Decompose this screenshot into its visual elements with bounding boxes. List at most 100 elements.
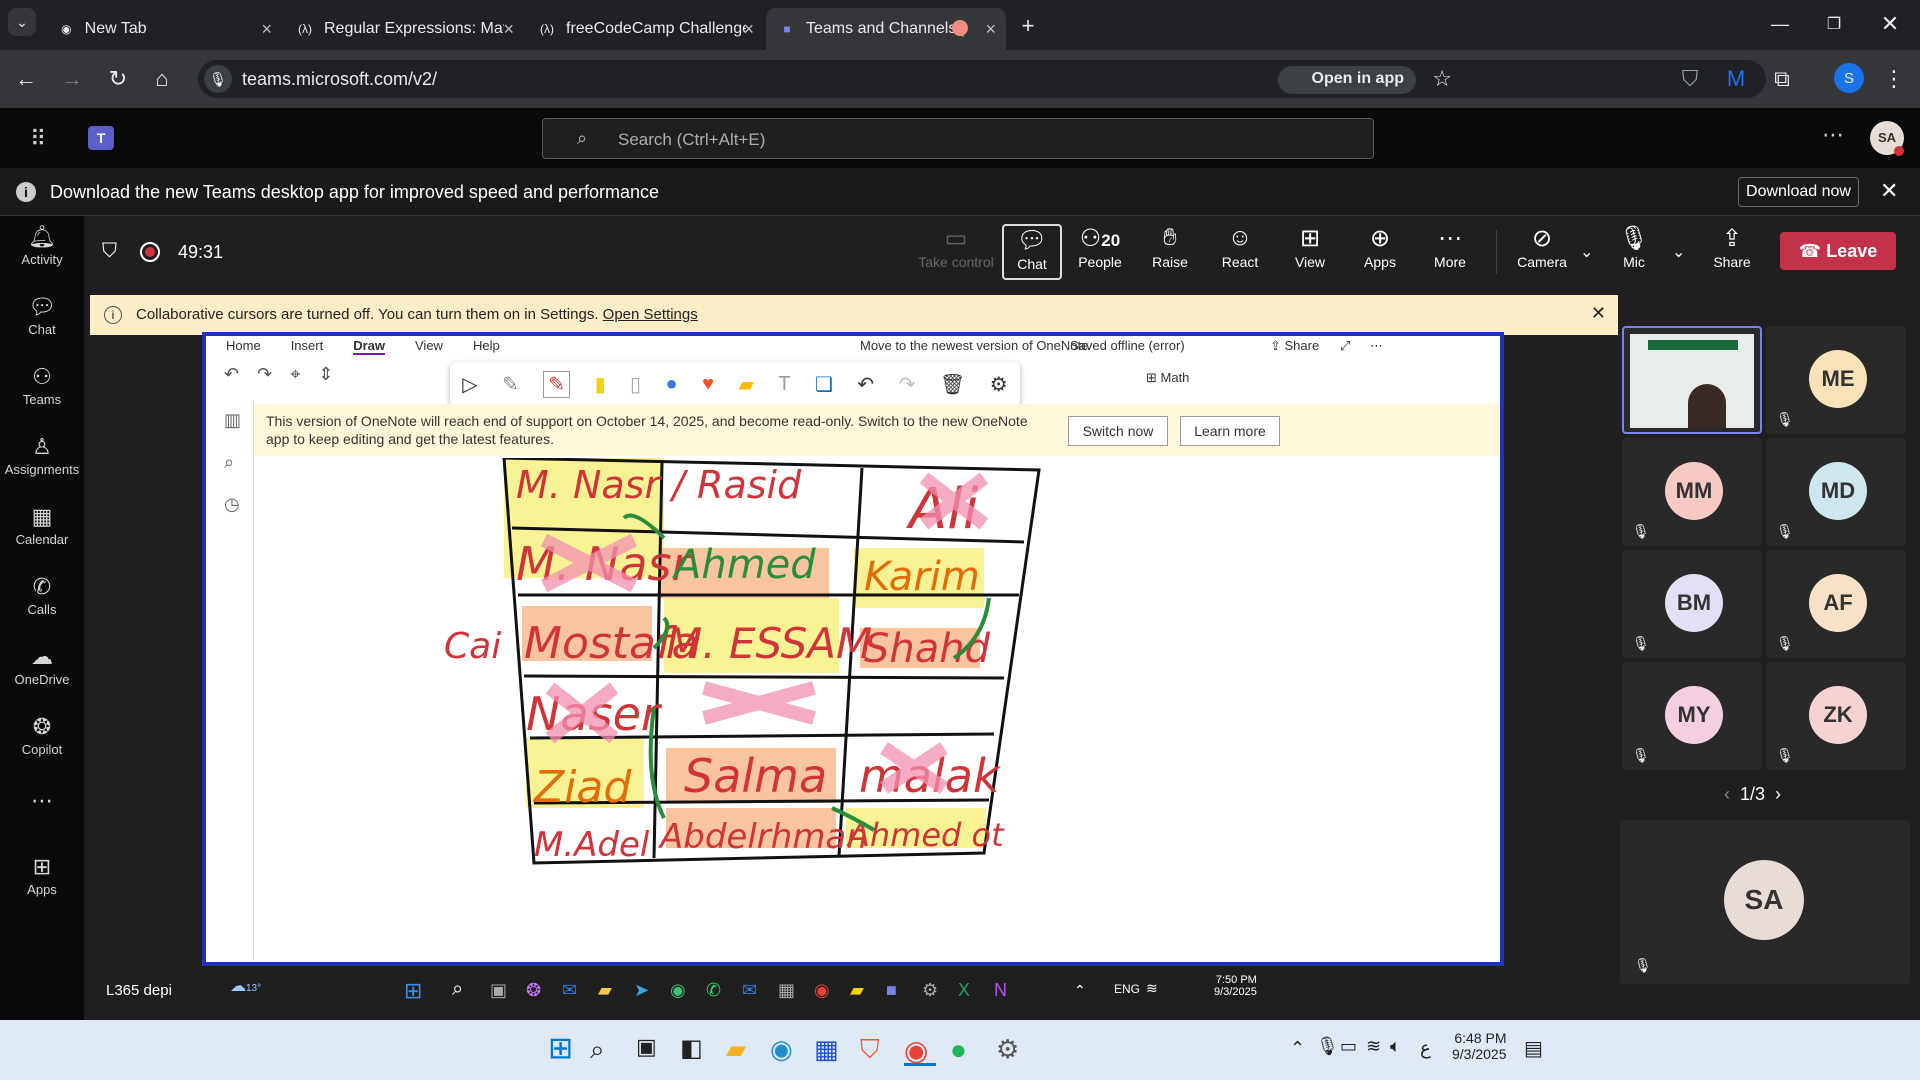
excel-icon[interactable]: X (958, 980, 970, 1001)
spotify-icon[interactable]: ● (950, 1034, 982, 1066)
whatsapp-icon[interactable]: ✆ (706, 980, 721, 1001)
language-indicator[interactable]: ENG (1114, 982, 1140, 996)
participant-tile[interactable]: ME 🎙︎ (1766, 326, 1906, 434)
reload-icon[interactable]: ↻ (104, 65, 132, 93)
more-button[interactable]: ⋯ More (1420, 224, 1480, 280)
onenote-tab-view[interactable]: View (415, 338, 443, 355)
chevron-down-icon[interactable]: ⌄ (1580, 242, 1593, 262)
rail-chat[interactable]: 💬︎ Chat (0, 294, 84, 337)
notebooks-icon[interactable]: ▥ (224, 410, 241, 431)
close-icon[interactable]: × (985, 19, 996, 40)
highlighter-icon[interactable]: ▮ (595, 372, 606, 397)
restore-icon[interactable]: ❐ (1820, 10, 1848, 38)
settings-icon[interactable]: ⚙ (996, 1034, 1028, 1066)
widgets-icon[interactable]: ◧ (680, 1034, 712, 1066)
sticky-notes-icon[interactable]: ▰ (850, 980, 864, 1001)
chevron-right-icon[interactable]: › (1775, 784, 1781, 804)
open-settings-link[interactable]: Open Settings (603, 306, 698, 323)
rail-copilot[interactable]: ❂ Copilot (0, 714, 84, 757)
learn-more-button[interactable]: Learn more (1180, 416, 1280, 446)
rail-apps[interactable]: ⊞ Apps (0, 854, 84, 897)
onenote-tab-home[interactable]: Home (226, 338, 261, 355)
rail-onedrive[interactable]: ☁ OneDrive (0, 644, 84, 687)
participant-tile[interactable]: MY 🎙︎ (1622, 662, 1762, 770)
edge-icon[interactable]: ◉ (670, 980, 686, 1001)
people-button[interactable]: ⚇20 People (1070, 224, 1130, 280)
participant-tile[interactable]: BM 🎙︎ (1622, 550, 1762, 658)
volume-icon[interactable]: 🔈︎ (1390, 1036, 1401, 1057)
close-icon[interactable]: ✕ (1591, 303, 1606, 324)
chrome-icon[interactable]: ◉ (814, 980, 830, 1001)
take-control-button[interactable]: ▭ Take control (916, 224, 996, 280)
add-space-icon[interactable]: ⇕ (318, 364, 333, 385)
lasso-icon[interactable]: ⌖ (290, 364, 300, 385)
close-icon[interactable]: × (503, 19, 514, 40)
participant-tile-self-video[interactable] (1622, 326, 1762, 434)
react-button[interactable]: ☺ React (1210, 224, 1270, 280)
chevron-up-icon[interactable]: ⌃ (1290, 1038, 1305, 1059)
search-icon[interactable]: ⌕ (224, 452, 234, 473)
onenote-icon[interactable]: N (994, 980, 1007, 1001)
star-icon[interactable]: ☆ (1432, 66, 1452, 92)
search-icon[interactable]: ⌕ (452, 978, 463, 1001)
mail-icon[interactable]: ✉ (742, 980, 757, 1001)
telegram-icon[interactable]: ➤ (634, 980, 649, 1001)
clock[interactable]: 6:48 PM 9/3/2025 (1452, 1030, 1507, 1062)
settings-icon[interactable]: ⚙ (922, 980, 938, 1001)
url-box[interactable]: 🎙 teams.microsoft.com/v2/ Open in app ☆ (198, 60, 1766, 98)
redo-icon[interactable]: ↷ (257, 364, 272, 385)
participant-tile[interactable]: ZK 🎙︎ (1766, 662, 1906, 770)
tab-search-button[interactable]: ⌄ (8, 8, 36, 36)
participant-tile[interactable]: MD 🎙︎ (1766, 438, 1906, 546)
store-icon[interactable]: ▦ (778, 980, 795, 1001)
home-icon[interactable]: ⌂ (148, 65, 176, 93)
chevron-left-icon[interactable]: ‹ (1724, 784, 1730, 804)
extensions-icon[interactable]: ⧉ (1768, 65, 1796, 93)
close-icon[interactable]: × (261, 19, 272, 40)
language-indicator[interactable]: ع (1420, 1038, 1431, 1059)
minimize-icon[interactable]: — (1766, 10, 1794, 38)
switch-now-button[interactable]: Switch now (1068, 416, 1168, 446)
download-now-button[interactable]: Download now (1738, 177, 1859, 207)
pencil-icon[interactable]: ✎ (502, 372, 519, 397)
brave-icon[interactable]: ⛉ (860, 1034, 892, 1066)
extension-m-icon[interactable]: M (1722, 65, 1750, 93)
text-icon[interactable]: T (778, 373, 790, 396)
mic-button[interactable]: 🎙︎ Mic (1604, 224, 1664, 280)
camera-button[interactable]: ⊘ Camera (1512, 224, 1572, 280)
participant-tile[interactable]: AF 🎙︎ (1766, 550, 1906, 658)
file-explorer-icon[interactable]: ▰ (726, 1034, 758, 1066)
math-button[interactable]: ⊞ Math (1146, 370, 1189, 386)
shape-icon[interactable]: ● (666, 373, 678, 396)
open-in-app-button[interactable]: Open in app (1277, 66, 1416, 94)
drawing-canvas[interactable]: M. Nasr / Rasid Ali M. Nasr Ahmed Karim … (254, 456, 1500, 958)
new-tab-button[interactable]: + (1014, 12, 1042, 40)
more-icon[interactable]: ⋯ (1370, 338, 1383, 354)
teams-icon[interactable]: ■ (886, 980, 897, 1001)
windows-start-icon[interactable]: ⊞ (548, 1034, 580, 1066)
self-tile[interactable]: SA 🎙︎ (1620, 820, 1910, 984)
chat-button[interactable]: 💬︎ Chat (1002, 224, 1062, 280)
eraser-icon[interactable]: ▯ (630, 372, 641, 397)
chrome-icon[interactable]: ◉ (904, 1034, 936, 1066)
raise-hand-button[interactable]: ✋︎ Raise (1140, 224, 1200, 280)
window-close-icon[interactable]: ✕ (1876, 10, 1904, 38)
share-button[interactable]: ⇪ Share (1270, 338, 1319, 354)
share-button[interactable]: ⇪ Share (1702, 224, 1762, 280)
rail-calls[interactable]: ✆ Calls (0, 574, 84, 617)
chevron-up-icon[interactable]: ⌃ (1074, 982, 1086, 999)
expand-icon[interactable]: ⤢ (1340, 338, 1350, 354)
undo-icon[interactable]: ↶ (857, 372, 874, 397)
app-launcher-icon[interactable]: ⠿ (30, 126, 46, 152)
leave-button[interactable]: ☎ Leave (1780, 232, 1896, 270)
chevron-down-icon[interactable]: ⌄ (1672, 242, 1685, 262)
heart-icon[interactable]: ♥ (702, 373, 714, 396)
participant-tile[interactable]: MM 🎙︎ (1622, 438, 1762, 546)
tab-regex[interactable]: (λ) Regular Expressions: Match Sing × (284, 8, 524, 50)
rail-activity[interactable]: 🔔︎ Activity (0, 224, 84, 267)
search-input[interactable]: ⌕ Search (Ctrl+Alt+E) (542, 118, 1374, 159)
task-view-icon[interactable]: ▣ (490, 980, 507, 1001)
select-icon[interactable]: ▷ (462, 372, 477, 397)
shield-icon[interactable]: ⛉ (1676, 65, 1704, 93)
rail-teams[interactable]: ⚇ Teams (0, 364, 84, 407)
